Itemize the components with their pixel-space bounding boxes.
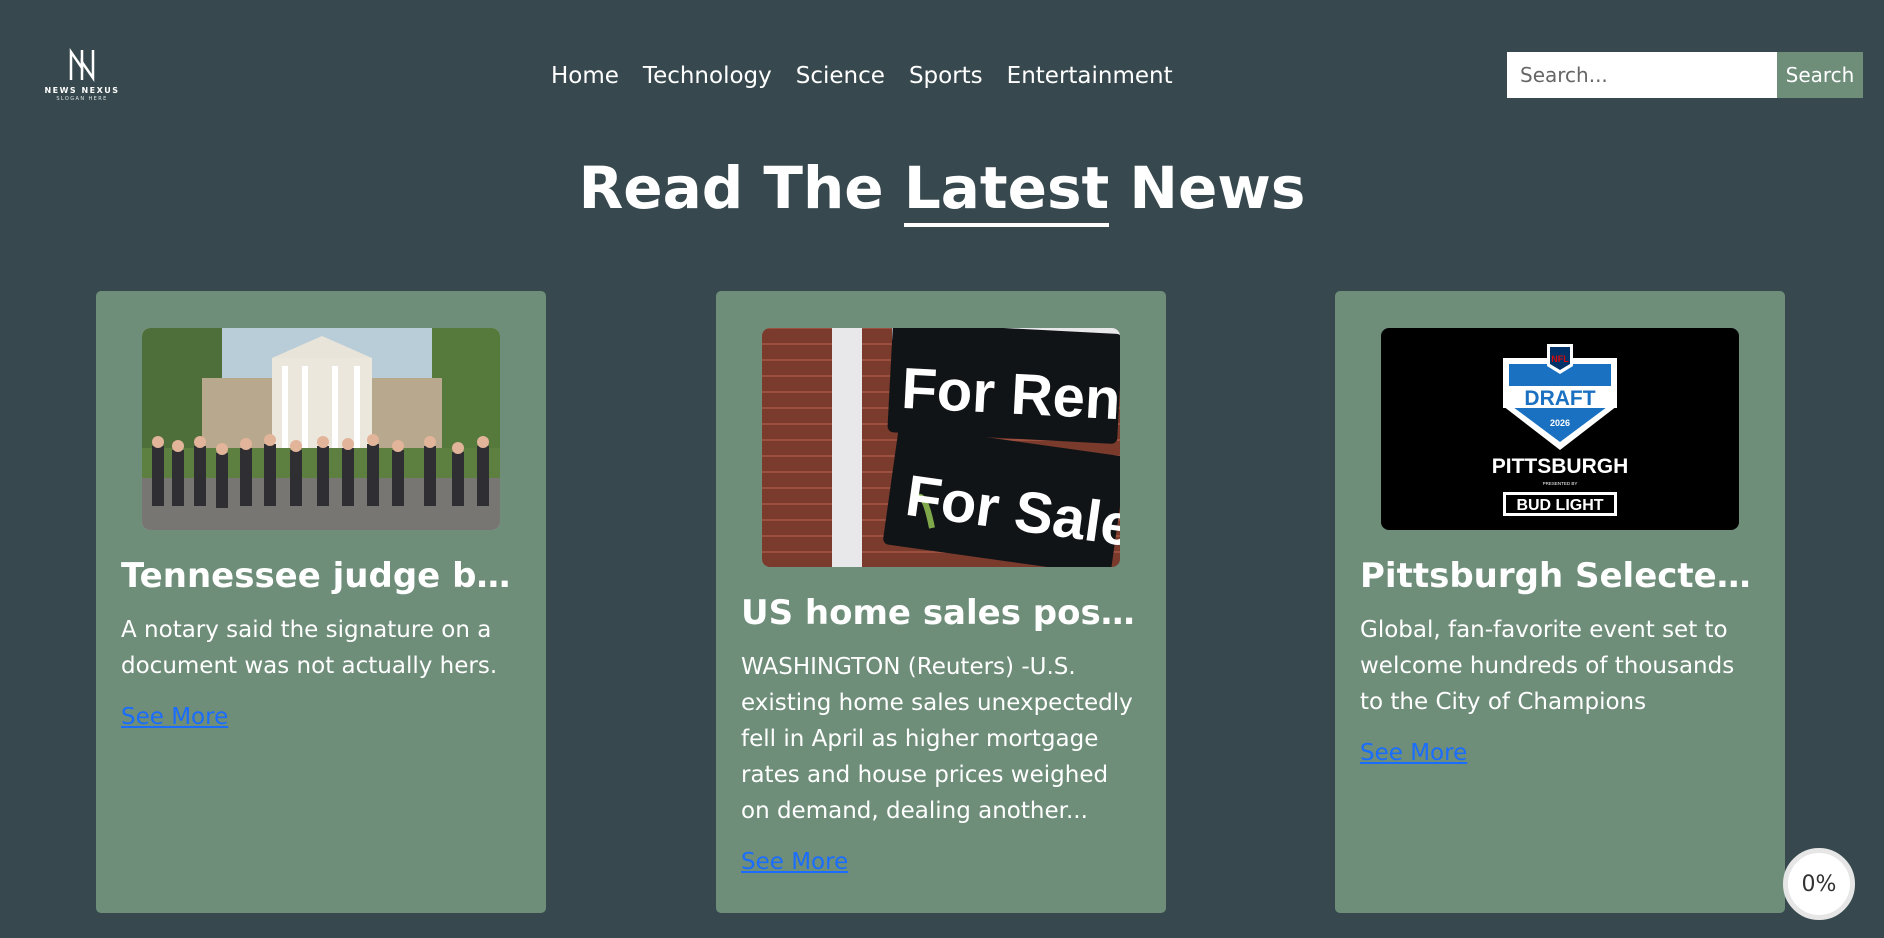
card-title[interactable]: US home sales post se...: [741, 591, 1141, 635]
card-title[interactable]: Tennessee judge block...: [121, 554, 521, 598]
nav-home[interactable]: Home: [551, 60, 619, 92]
draft-word-text: DRAFT: [1524, 387, 1595, 410]
news-card: For Rent For Sale US home sales post se.…: [716, 291, 1166, 913]
logo-slogan-text: SLOGAN HERE: [56, 96, 108, 102]
nn-monogram-icon: [69, 48, 95, 82]
see-more-link[interactable]: See More: [1360, 740, 1467, 766]
nav-technology[interactable]: Technology: [643, 60, 772, 92]
nfl-draft-logo[interactable]: NFL DRAFT 2026 PITTSBURGH PRESENTED BY B…: [1381, 328, 1739, 530]
card-description: WASHINGTON (Reuters) -U.S. existing home…: [741, 654, 1133, 824]
nav-entertainment[interactable]: Entertainment: [1007, 60, 1173, 92]
search-input[interactable]: [1507, 52, 1777, 98]
logo-brand-text: NEWS NEXUS: [44, 86, 120, 95]
see-more-link[interactable]: See More: [121, 704, 228, 730]
search-bar: Search: [1507, 52, 1863, 98]
draft-nfl-text: NFL: [1551, 354, 1569, 364]
draft-city-text: PITTSBURGH: [1492, 455, 1629, 478]
news-card: Tennessee judge block... A notary said t…: [96, 291, 546, 913]
scroll-progress-label: 0%: [1801, 871, 1837, 897]
page-title-accent: Latest: [903, 153, 1110, 227]
for-rent-for-sale-sign-photo[interactable]: For Rent For Sale: [762, 328, 1120, 567]
nav-science[interactable]: Science: [796, 60, 885, 92]
draft-logo-illustration: NFL DRAFT 2026 PITTSBURGH PRESENTED BY B…: [1492, 344, 1629, 516]
draft-sponsor-text: BUD LIGHT: [1516, 497, 1603, 514]
sign-for-rent-text: For Rent: [900, 356, 1120, 433]
scroll-progress-indicator[interactable]: 0%: [1783, 848, 1855, 920]
mansion-illustration: [142, 328, 500, 530]
card-title[interactable]: Pittsburgh Selected to...: [1360, 554, 1760, 598]
news-card: NFL DRAFT 2026 PITTSBURGH PRESENTED BY B…: [1335, 291, 1785, 913]
mansion-crowd-photo[interactable]: [142, 328, 500, 530]
see-more-link[interactable]: See More: [741, 849, 848, 875]
sign-illustration: For Rent For Sale: [832, 328, 1120, 567]
search-button[interactable]: Search: [1777, 52, 1863, 98]
nav-sports[interactable]: Sports: [909, 60, 983, 92]
main-nav: Home Technology Science Sports Entertain…: [551, 60, 1173, 92]
card-description: Global, fan-favorite event set to welcom…: [1360, 617, 1735, 715]
page-title-tail: News: [1109, 154, 1306, 222]
card-description: A notary said the signature on a documen…: [121, 617, 498, 679]
draft-year-text: 2026: [1550, 418, 1570, 428]
draft-presented-text: PRESENTED BY: [1543, 481, 1578, 486]
site-logo[interactable]: NEWS NEXUS SLOGAN HERE: [42, 48, 122, 104]
page-title-lead: Read The: [578, 154, 904, 222]
page-title: Read The Latest News: [0, 150, 1884, 227]
